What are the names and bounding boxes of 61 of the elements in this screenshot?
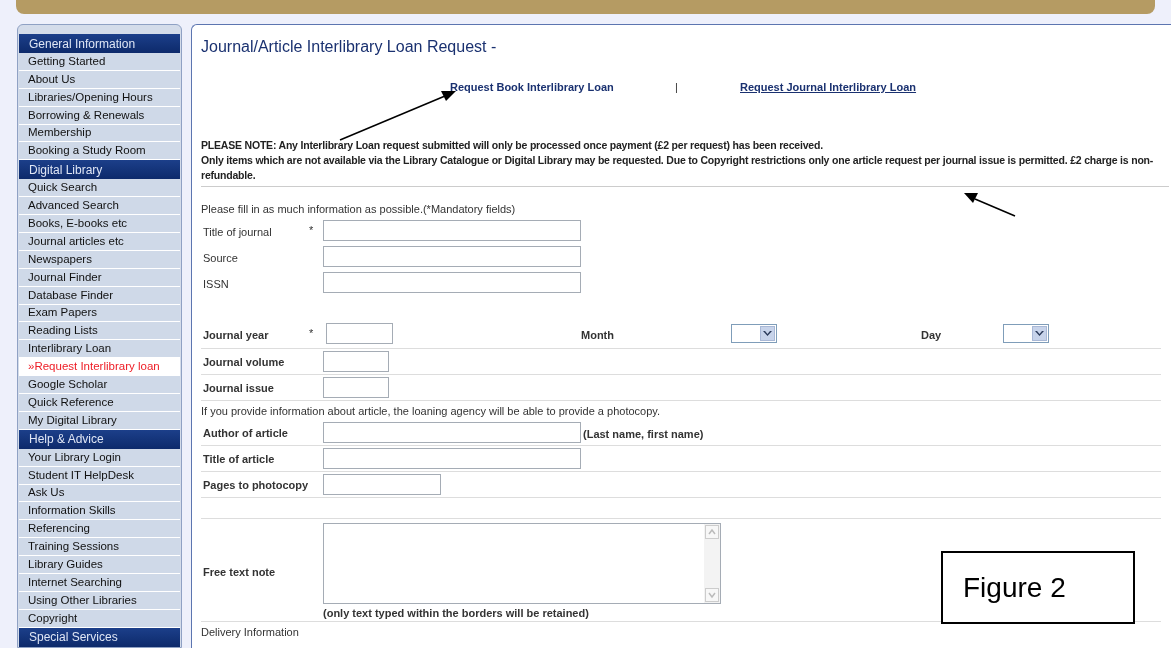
dropdown-caret-icon	[760, 326, 775, 341]
sidebar-item[interactable]: Library Guides	[19, 556, 180, 575]
month-select[interactable]	[731, 324, 777, 343]
notice-text: Only items which are not available via the Library Catalogue or Digital Library may be requested. Due to Copyright restrictions only one article request per journal issue is permitted. £2 charge is non-refundable.	[201, 152, 1155, 183]
day-select[interactable]	[1003, 324, 1049, 343]
text-field[interactable]	[323, 246, 581, 267]
text-field[interactable]	[323, 272, 581, 293]
request-link[interactable]: Request Journal Interlibrary Loan	[740, 79, 917, 96]
field-label: Month	[581, 328, 614, 341]
sidebar-heading: General Information	[19, 34, 180, 53]
field-label: ISSN	[203, 277, 229, 290]
dropdown-caret-icon	[1032, 326, 1047, 341]
text-field[interactable]	[323, 421, 581, 443]
sidebar-item[interactable]: Training Sessions	[19, 538, 180, 557]
sidebar-heading: Digital Library	[19, 160, 180, 180]
notice-text: PLEASE NOTE: Any Interlibrary Loan request submitted will only be processed once payment (£2 per request) has been received.	[201, 137, 824, 153]
field-label: Pages to photocopy	[203, 479, 309, 491]
text-field[interactable]	[323, 220, 581, 241]
sidebar-item[interactable]: Information Skills	[19, 502, 180, 521]
text-field[interactable]	[323, 376, 389, 398]
text-field[interactable]	[323, 473, 441, 495]
field-label: Title of article	[203, 453, 275, 465]
sidebar-item[interactable]: »Request Interlibrary loan	[19, 358, 180, 377]
scroll-down-icon[interactable]	[705, 587, 719, 602]
sidebar-item[interactable]: Advanced Search	[19, 197, 180, 216]
sidebar-item[interactable]: Booking a Study Room	[19, 142, 180, 161]
sidebar-item[interactable]: Journal articles etc	[19, 233, 180, 251]
field-label: Journal volume	[203, 356, 285, 368]
year-field[interactable]	[326, 323, 393, 344]
sidebar-item[interactable]: Referencing	[19, 520, 180, 539]
field-label: Journal year	[203, 328, 269, 341]
sidebar-item[interactable]: Reading Lists	[19, 322, 180, 341]
field-label: Journal issue	[203, 382, 274, 394]
annotation-arrow	[964, 193, 1016, 217]
sidebar-item[interactable]: Interlibrary Loan	[19, 340, 180, 359]
sidebar-item[interactable]: Quick Reference	[19, 394, 180, 412]
scroll-up-icon[interactable]	[705, 524, 719, 539]
sidebar-item[interactable]: Google Scholar	[19, 376, 180, 395]
sidebar-item[interactable]: Quick Search	[19, 179, 180, 198]
link-separator: |	[675, 80, 679, 95]
required-mark: *	[309, 224, 314, 237]
sidebar-item[interactable]: Getting Started	[19, 53, 180, 71]
text-field[interactable]	[323, 447, 581, 469]
required-mark: *	[309, 327, 314, 340]
sidebar-item[interactable]: Books, E-books etc	[19, 215, 180, 233]
form-text: Delivery Information	[201, 625, 299, 638]
field-note: (only text typed within the borders will be retained)	[323, 605, 590, 620]
form-text: Please fill in as much information as possible.(*Mandatory fields)	[201, 202, 516, 215]
request-link[interactable]: Request Book Interlibrary Loan	[450, 79, 675, 96]
figure-label: Figure 2	[941, 551, 1135, 624]
field-label: Source	[203, 251, 238, 264]
field-label: Free text note	[203, 566, 276, 578]
form-text: If you provide information about article, the loaning agency will be able to provide a photocopy.	[201, 404, 661, 417]
field-label: Title of journal	[203, 225, 272, 238]
field-hint: (Last name, first name)	[583, 426, 704, 442]
sidebar-item[interactable]: Internet Searching	[19, 574, 180, 592]
page-title: Journal/Article Interlibrary Loan Request -	[201, 37, 498, 57]
field-label: Author of article	[203, 427, 288, 439]
text-area[interactable]	[323, 522, 721, 604]
field-label: Day	[921, 328, 942, 341]
text-field[interactable]	[323, 350, 389, 372]
